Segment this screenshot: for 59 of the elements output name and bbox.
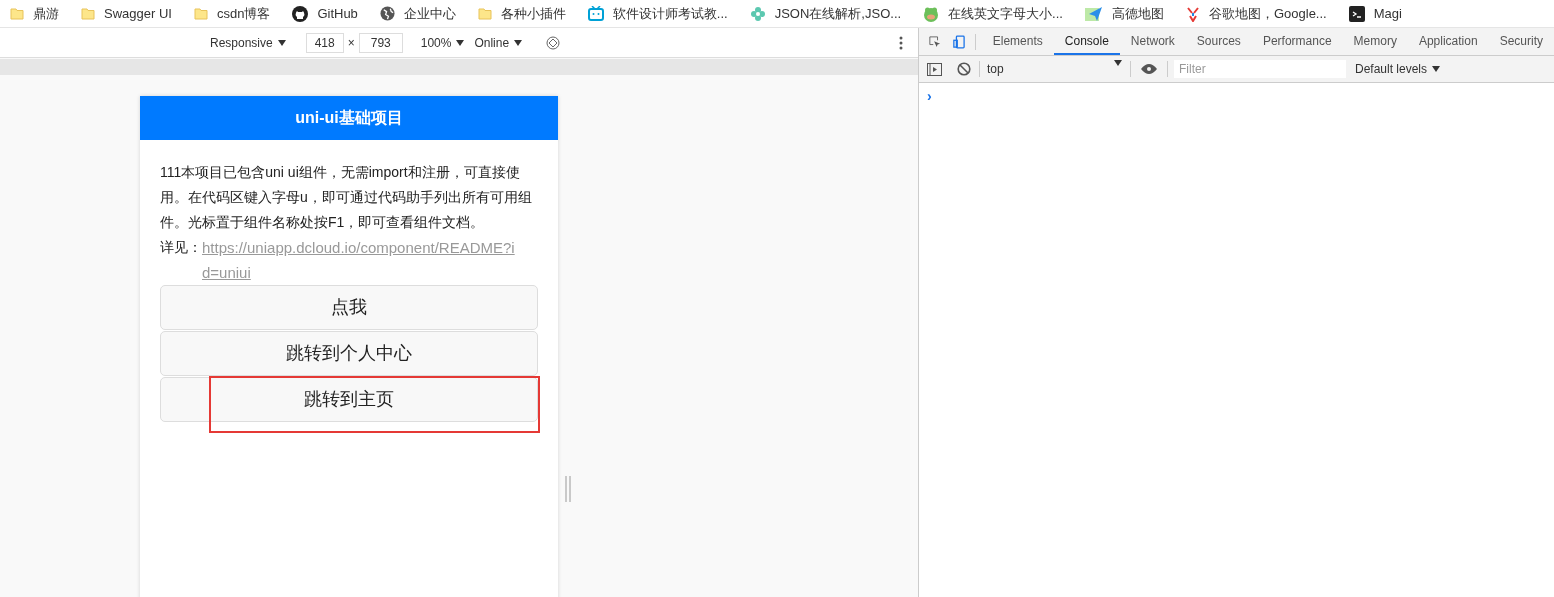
action-button[interactable]: 跳转到主页 [160, 377, 538, 422]
folder-icon [10, 6, 24, 21]
bookmark-item[interactable]: 高德地图 [1084, 3, 1164, 24]
flower-icon [749, 5, 766, 22]
sidebar-toggle-icon[interactable] [927, 62, 942, 76]
context-select[interactable]: top [987, 60, 1122, 78]
devtools-tab[interactable]: Sources [1185, 28, 1252, 55]
github-icon [292, 5, 309, 22]
bookmark-item[interactable]: 企业中心 [379, 3, 456, 24]
intro-paragraph: 111本项目已包含uni ui组件，无需import和注册，可直接使用。在代码区键入字母u，即可通过代码助手列出所有可用组件。光标置于组件名称处按F1，即可查看组件文档。 [160, 163, 533, 232]
bookmark-item[interactable]: 软件设计师考试教... [587, 3, 728, 24]
width-field[interactable]: 418 [305, 32, 344, 53]
folder-icon [193, 6, 208, 21]
map-icon [1084, 5, 1103, 22]
frog-icon [923, 5, 940, 22]
caret-icon [514, 39, 523, 46]
caret-icon [1432, 66, 1441, 72]
bookmark-item[interactable]: 谷歌地图，Google... [1185, 3, 1327, 24]
levels-dropdown[interactable]: Default levels [1355, 60, 1441, 78]
resize-handle[interactable] [565, 476, 571, 502]
bookmark-item[interactable]: 鼎游 [10, 3, 59, 24]
devtools-tab[interactable]: Security [1488, 28, 1554, 55]
devtools-tab[interactable]: Memory [1342, 28, 1408, 55]
caret-icon [456, 39, 465, 46]
bookmark-item[interactable]: GitHub [292, 3, 358, 24]
terminal-icon [1348, 5, 1365, 22]
network-dropdown[interactable]: Online [474, 33, 523, 52]
bookmark-item[interactable]: Magi [1348, 3, 1402, 24]
bookmark-item[interactable]: JSON在线解析,JSO... [749, 3, 902, 24]
console-prompt[interactable]: › [927, 88, 932, 104]
zoom-dropdown[interactable]: 100% [420, 33, 465, 52]
folder-icon [477, 6, 492, 21]
devtools-tab[interactable]: Application [1407, 28, 1489, 55]
height-field[interactable]: 793 [358, 32, 403, 53]
folder-icon [81, 6, 95, 21]
devtools-tab[interactable]: Elements [981, 28, 1054, 55]
bookmark-item[interactable]: csdn博客 [193, 3, 271, 24]
app-title: uni-ui基础项目 [140, 96, 558, 140]
clear-icon[interactable] [957, 62, 971, 76]
action-button[interactable]: 跳转到个人中心 [160, 331, 538, 376]
bookmark-item[interactable]: 各种小插件 [477, 3, 566, 24]
more-icon[interactable] [899, 35, 903, 50]
eye-icon[interactable] [1141, 64, 1157, 74]
device-icon[interactable] [952, 33, 965, 50]
details-label: 详见： [160, 238, 202, 257]
devtools-tab[interactable]: Performance [1251, 28, 1343, 55]
devtools-tab[interactable]: Network [1119, 28, 1186, 55]
rotate-icon[interactable] [546, 35, 561, 50]
bookmark-item[interactable]: Swagger UI [81, 3, 172, 24]
inspect-icon[interactable] [929, 34, 941, 49]
bookmark-item[interactable]: 在线英文字母大小... [923, 3, 1063, 24]
device-dropdown[interactable]: Responsive [210, 33, 286, 52]
filter-field[interactable]: Filter [1174, 60, 1346, 78]
times-sign: × [347, 34, 355, 52]
action-button[interactable]: 点我 [160, 285, 538, 330]
caret-icon [277, 39, 286, 46]
caret-icon [1114, 60, 1122, 66]
tv-icon [587, 6, 604, 21]
globe-icon [379, 6, 395, 21]
